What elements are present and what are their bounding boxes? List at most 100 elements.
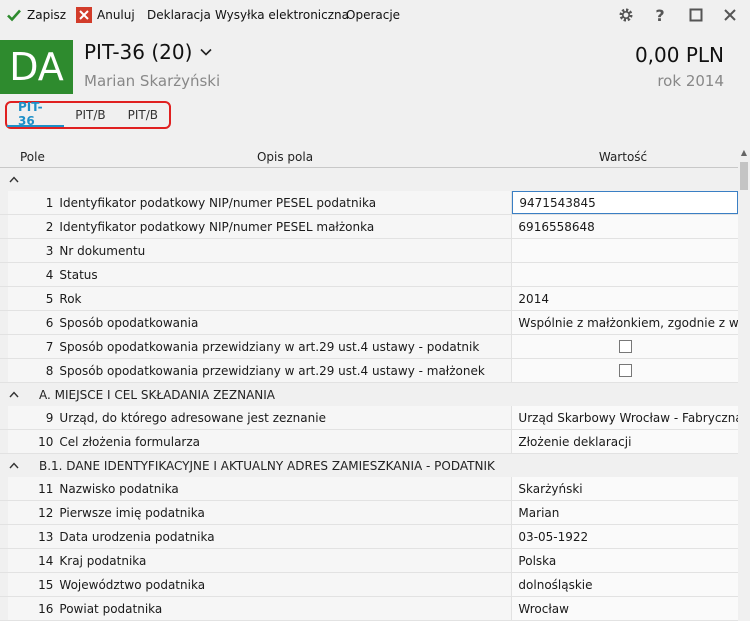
table-row[interactable]: 1 Identyfikator podatkowy NIP/numer PESEL… — [0, 191, 738, 215]
field-number: 7 — [45, 339, 54, 354]
field-value[interactable]: 2014 — [512, 287, 738, 310]
field-value[interactable]: Wspólnie z małżonkiem, zgodnie z wni... — [512, 311, 738, 334]
header-wartosc[interactable]: Wartość — [508, 150, 738, 164]
table-row[interactable]: 14 Kraj podatnika Polska — [0, 549, 738, 573]
field-number: 8 — [45, 363, 54, 378]
menu-operacje[interactable]: Operacje — [346, 0, 400, 30]
table-row[interactable]: 6 Sposób opodatkowania Wspólnie z małżonki… — [0, 311, 738, 335]
row-indent — [0, 191, 8, 214]
field-value[interactable]: 6916558648 — [512, 215, 738, 238]
scroll-thumb[interactable] — [740, 162, 748, 190]
field-number: 13 — [38, 529, 54, 544]
close-window-icon[interactable] — [720, 5, 740, 25]
field-number: 14 — [38, 553, 54, 568]
table-row[interactable]: 5 Rok 2014 — [0, 287, 738, 311]
field-value[interactable]: Złożenie deklaracji — [512, 430, 738, 453]
field-value[interactable]: Urząd Skarbowy Wrocław - Fabryczna,... — [512, 406, 738, 429]
table-row[interactable]: 3 Nr dokumentu — [0, 239, 738, 263]
section-header[interactable]: A. MIEJSCE I CEL SKŁADANIA ZEZNANIA — [0, 383, 738, 406]
amount: 0,00 PLN — [634, 43, 724, 67]
row-indent — [0, 215, 8, 238]
close-icon — [76, 7, 92, 23]
section-header[interactable]: B.1. DANE IDENTYFIKACYJNE I AKTUALNY ADR… — [0, 454, 738, 477]
row-indent — [0, 549, 8, 572]
field-number: 9 — [45, 410, 54, 425]
row-indent — [0, 573, 8, 596]
field-label: Sposób opodatkowania przewidziany w art.… — [59, 359, 513, 382]
save-button[interactable]: Zapisz — [6, 0, 66, 30]
grid-header: Pole Opis pola Wartość — [0, 146, 738, 168]
field-value[interactable] — [512, 239, 738, 262]
scroll-up-icon[interactable]: ▲ — [738, 148, 750, 157]
maximize-icon[interactable] — [686, 5, 706, 25]
field-number: 12 — [38, 505, 54, 520]
chevron-up-icon[interactable] — [9, 173, 23, 186]
table-row[interactable]: 12 Pierwsze imię podatnika Marian — [0, 501, 738, 525]
row-indent — [0, 477, 8, 500]
field-number: 10 — [38, 434, 54, 449]
field-label: Sposób opodatkowania — [59, 311, 513, 334]
field-value[interactable]: Skarżyński — [512, 477, 738, 500]
checkbox[interactable] — [618, 364, 632, 377]
menu-operacje-label: Operacje — [346, 8, 401, 22]
row-indent — [0, 335, 8, 358]
field-number: 3 — [45, 243, 54, 258]
tab-pitb-1[interactable]: PIT/B — [64, 103, 116, 127]
field-value[interactable]: 03-05-1922 — [512, 525, 738, 548]
menu-deklaracja-label: Deklaracja — [147, 8, 211, 22]
table-row[interactable]: 8 Sposób opodatkowania przewidziany w art… — [0, 359, 738, 383]
field-number: 4 — [45, 267, 54, 282]
field-value-input[interactable]: 9471543845 — [512, 191, 738, 214]
row-indent — [0, 525, 8, 548]
section-header[interactable] — [0, 168, 738, 191]
scrollbar[interactable]: ▲ — [738, 146, 750, 604]
field-value[interactable]: Wrocław — [512, 597, 738, 620]
field-label: Rok — [59, 287, 513, 310]
avatar: DA — [0, 40, 73, 94]
menu-wysylka[interactable]: Wysyłka elektroniczna — [215, 0, 349, 30]
header-pole[interactable]: Pole — [0, 150, 62, 164]
document-title-dropdown[interactable]: PIT-36 (20) — [84, 40, 212, 64]
table-row[interactable]: 11 Nazwisko podatnika Skarżyński — [0, 477, 738, 501]
gear-icon[interactable] — [616, 5, 636, 25]
cancel-button[interactable]: Anuluj — [76, 0, 135, 30]
row-indent — [0, 597, 8, 620]
row-indent — [0, 311, 8, 334]
table-row[interactable]: 16 Powiat podatnika Wrocław — [0, 597, 738, 621]
table-row[interactable]: 4 Status — [0, 263, 738, 287]
header-opis[interactable]: Opis pola — [62, 150, 508, 164]
field-value-checkbox[interactable] — [512, 335, 738, 358]
field-value[interactable] — [512, 263, 738, 286]
chevron-up-icon[interactable] — [9, 388, 23, 401]
table-row[interactable]: 15 Województwo podatnika dolnośląskie — [0, 573, 738, 597]
tab-pitb-2[interactable]: PIT/B — [117, 103, 169, 127]
field-label: Urząd, do którego adresowane jest zeznan… — [59, 406, 513, 429]
field-label: Województwo podatnika — [59, 573, 513, 596]
help-icon[interactable]: ? — [650, 5, 670, 25]
cancel-label: Anuluj — [97, 8, 135, 22]
row-indent — [0, 263, 8, 286]
table-row[interactable]: 13 Data urodzenia podatnika 03-05-1922 — [0, 525, 738, 549]
row-indent — [0, 239, 8, 262]
checkbox[interactable] — [618, 340, 632, 353]
table-row[interactable]: 10 Cel złożenia formularza Złożenie deklar… — [0, 430, 738, 454]
field-label: Identyfikator podatkowy NIP/numer PESEL … — [59, 191, 513, 214]
field-value-checkbox[interactable] — [512, 359, 738, 382]
field-value[interactable]: dolnośląskie — [512, 573, 738, 596]
field-number: 15 — [38, 577, 54, 592]
document-header: DA PIT-36 (20) Marian Skarżyński 0,00 PL… — [0, 30, 750, 98]
table-row[interactable]: 2 Identyfikator podatkowy NIP/numer PESEL… — [0, 215, 738, 239]
section-title: A. MIEJSCE I CEL SKŁADANIA ZEZNANIA — [39, 387, 275, 402]
table-row[interactable]: 7 Sposób opodatkowania przewidziany w art… — [0, 335, 738, 359]
page-title: PIT-36 (20) — [84, 40, 193, 64]
field-label: Powiat podatnika — [59, 597, 513, 620]
menu-wysylka-label: Wysyłka elektroniczna — [215, 8, 349, 22]
chevron-up-icon[interactable] — [9, 459, 23, 472]
tab-pit36[interactable]: PIT-36 — [7, 100, 65, 128]
table-row[interactable]: 9 Urząd, do którego adresowane jest zezna… — [0, 406, 738, 430]
menu-deklaracja[interactable]: Deklaracja — [147, 0, 211, 30]
field-label: Nazwisko podatnika — [59, 477, 513, 500]
year: rok 2014 — [657, 72, 724, 90]
field-value[interactable]: Marian — [512, 501, 738, 524]
field-value[interactable]: Polska — [512, 549, 738, 572]
